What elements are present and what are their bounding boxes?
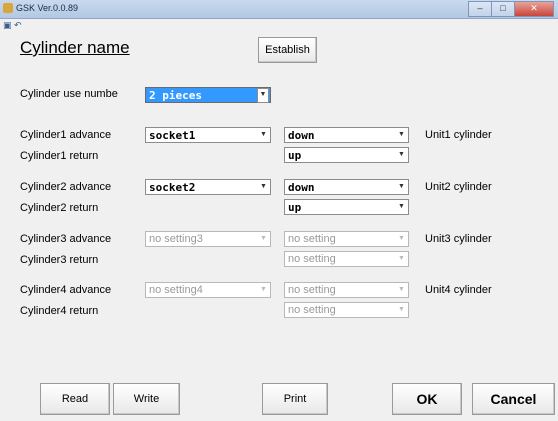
page-title: Cylinder name bbox=[20, 38, 130, 57]
cylinder3-socket-value: no setting3 bbox=[149, 233, 203, 245]
cylinder4-socket-value: no setting4 bbox=[149, 284, 203, 296]
use-number-select[interactable]: 2 pieces ▼ bbox=[145, 87, 271, 103]
window-controls: – □ ✕ bbox=[468, 1, 554, 17]
window-titlebar: GSK Ver.0.0.89 – □ ✕ bbox=[0, 0, 558, 19]
cancel-button[interactable]: Cancel bbox=[472, 383, 555, 415]
chevron-down-icon: ▼ bbox=[398, 286, 405, 293]
chevron-down-icon: ▼ bbox=[398, 151, 405, 158]
cylinder3-advance-label: Cylinder3 advance bbox=[20, 233, 112, 245]
cylinder3-return-label: Cylinder3 return bbox=[20, 254, 99, 266]
print-button[interactable]: Print bbox=[262, 383, 328, 415]
chevron-down-icon: ▼ bbox=[398, 183, 405, 190]
cylinder4-return-select: no setting ▼ bbox=[284, 302, 409, 318]
chevron-down-icon: ▼ bbox=[398, 203, 405, 210]
chevron-down-icon: ▼ bbox=[398, 235, 405, 242]
chevron-down-icon: ▼ bbox=[398, 255, 405, 262]
cylinder4-advance-label: Cylinder4 advance bbox=[20, 284, 112, 296]
chevron-down-icon: ▼ bbox=[260, 183, 267, 190]
chevron-down-icon: ▼ bbox=[398, 306, 405, 313]
write-button[interactable]: Write bbox=[113, 383, 180, 415]
cylinder2-socket-value: socket2 bbox=[149, 181, 196, 194]
cylinder2-advance-value: down bbox=[288, 181, 315, 194]
cylinder1-advance-value: down bbox=[288, 129, 315, 142]
cylinder2-return-label: Cylinder2 return bbox=[20, 202, 99, 214]
cylinder4-return-value: no setting bbox=[288, 304, 336, 316]
use-number-label: Cylinder use numbe bbox=[20, 88, 118, 100]
cylinder1-return-select[interactable]: up ▼ bbox=[284, 147, 409, 163]
window-title: GSK Ver.0.0.89 bbox=[16, 3, 79, 13]
ok-button[interactable]: OK bbox=[392, 383, 462, 415]
read-button[interactable]: Read bbox=[40, 383, 110, 415]
unit1-cylinder-label: Unit1 cylinder bbox=[425, 129, 492, 141]
unit2-cylinder-label: Unit2 cylinder bbox=[425, 181, 492, 193]
cylinder4-advance-value: no setting bbox=[288, 284, 336, 296]
cylinder1-socket-select[interactable]: socket1 ▼ bbox=[145, 127, 271, 143]
cylinder1-socket-value: socket1 bbox=[149, 129, 196, 142]
cylinder3-return-select: no setting ▼ bbox=[284, 251, 409, 267]
cylinder4-advance-select: no setting ▼ bbox=[284, 282, 409, 298]
save-icon[interactable]: ▣ bbox=[3, 20, 12, 31]
maximize-icon[interactable]: □ bbox=[491, 1, 514, 17]
chevron-down-icon: ▼ bbox=[257, 88, 269, 103]
unit4-cylinder-label: Unit4 cylinder bbox=[425, 284, 492, 296]
app-icon bbox=[3, 3, 13, 13]
cylinder2-socket-select[interactable]: socket2 ▼ bbox=[145, 179, 271, 195]
cylinder2-return-select[interactable]: up ▼ bbox=[284, 199, 409, 215]
cylinder2-return-value: up bbox=[288, 201, 302, 214]
cylinder3-advance-value: no setting bbox=[288, 233, 336, 245]
cylinder1-advance-label: Cylinder1 advance bbox=[20, 129, 112, 141]
cylinder4-return-label: Cylinder4 return bbox=[20, 305, 99, 317]
minimize-icon[interactable]: – bbox=[468, 1, 491, 17]
cylinder3-advance-select: no setting ▼ bbox=[284, 231, 409, 247]
chevron-down-icon: ▼ bbox=[260, 286, 267, 293]
cylinder4-socket-select: no setting4 ▼ bbox=[145, 282, 271, 298]
cylinder2-advance-select[interactable]: down ▼ bbox=[284, 179, 409, 195]
establish-button[interactable]: Establish bbox=[258, 37, 317, 63]
chevron-down-icon: ▼ bbox=[260, 235, 267, 242]
quick-access-bar: ▣ ↶ bbox=[0, 19, 558, 31]
cylinder3-socket-select: no setting3 ▼ bbox=[145, 231, 271, 247]
chevron-down-icon: ▼ bbox=[398, 131, 405, 138]
cylinder2-advance-label: Cylinder2 advance bbox=[20, 181, 112, 193]
unit3-cylinder-label: Unit3 cylinder bbox=[425, 233, 492, 245]
cylinder3-return-value: no setting bbox=[288, 253, 336, 265]
cylinder1-return-value: up bbox=[288, 149, 302, 162]
cylinder1-advance-select[interactable]: down ▼ bbox=[284, 127, 409, 143]
use-number-value: 2 pieces bbox=[149, 89, 202, 102]
undo-icon[interactable]: ↶ bbox=[14, 20, 22, 31]
cylinder1-return-label: Cylinder1 return bbox=[20, 150, 99, 162]
chevron-down-icon: ▼ bbox=[260, 131, 267, 138]
close-icon[interactable]: ✕ bbox=[514, 1, 554, 17]
